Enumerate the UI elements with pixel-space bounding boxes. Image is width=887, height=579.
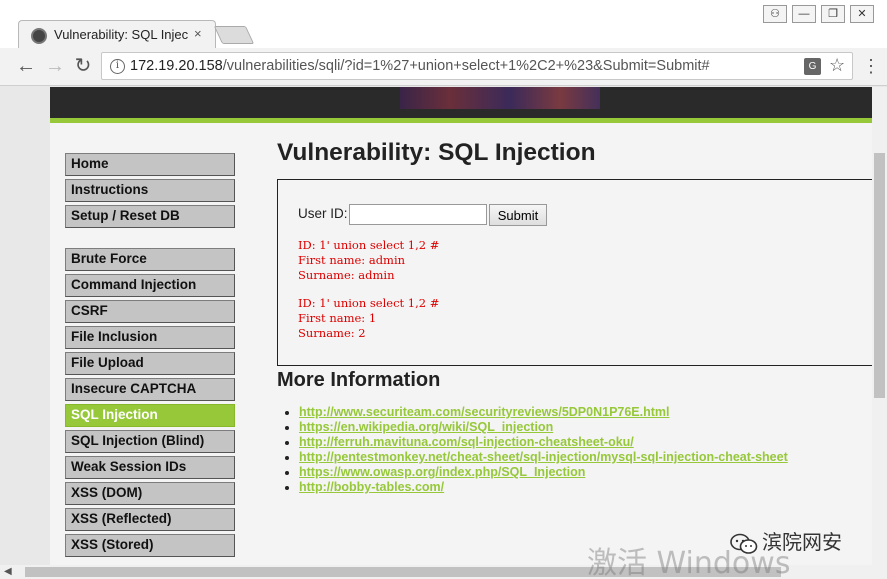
close-window-button[interactable]: ✕ xyxy=(850,5,874,23)
sidebar-item-sql-injection[interactable]: SQL Injection xyxy=(65,404,235,427)
browser-titlebar: Vulnerability: SQL Injec × ⚇ — ❐ ✕ xyxy=(0,0,887,48)
user-id-label: User ID: xyxy=(298,206,348,221)
url-host: 172.19.20.158 xyxy=(130,58,223,74)
sidebar-item-instructions[interactable]: Instructions xyxy=(65,179,235,202)
browser-toolbar: ← → ↻ i 172.19.20.158/vulnerabilities/sq… xyxy=(0,48,887,86)
sidebar-item-insecure-captcha[interactable]: Insecure CAPTCHA xyxy=(65,378,235,401)
new-tab-button[interactable] xyxy=(213,26,255,44)
browser-tab[interactable]: Vulnerability: SQL Injec × xyxy=(18,20,216,48)
vertical-scrollbar[interactable] xyxy=(872,87,887,565)
sidebar-item-xss-stored[interactable]: XSS (Stored) xyxy=(65,534,235,557)
main-body: Vulnerability: SQL Injection User ID: Su… xyxy=(277,139,872,494)
list-item: https://www.owasp.org/index.php/SQL_Inje… xyxy=(299,465,788,480)
sidebar-item-xss-reflected[interactable]: XSS (Reflected) xyxy=(65,508,235,531)
dvwa-header xyxy=(50,87,872,123)
tab-title: Vulnerability: SQL Injec xyxy=(54,27,189,42)
user-id-input[interactable] xyxy=(349,204,487,225)
vertical-scroll-thumb[interactable] xyxy=(874,153,885,398)
reference-link[interactable]: https://en.wikipedia.org/wiki/SQL_inject… xyxy=(299,420,553,434)
profile-icon[interactable]: ⚇ xyxy=(763,5,787,23)
translate-icon[interactable]: G xyxy=(804,58,821,75)
url-text[interactable]: 172.19.20.158/vulnerabilities/sqli/?id=1… xyxy=(130,58,710,74)
reference-links: http://www.securiteam.com/securityreview… xyxy=(299,405,788,495)
dvwa-container: Home Instructions Setup / Reset DB Brute Fo… xyxy=(50,87,872,565)
sidebar-item-file-upload[interactable]: File Upload xyxy=(65,352,235,375)
tab-close-icon[interactable]: × xyxy=(194,26,202,41)
sidebar-item-setup-reset-db[interactable]: Setup / Reset DB xyxy=(65,205,235,228)
scroll-left-arrow-icon[interactable]: ◀ xyxy=(4,566,12,577)
brand-text: 滨院网安 xyxy=(762,532,842,554)
maximize-button[interactable]: ❐ xyxy=(821,5,845,23)
list-item: http://bobby-tables.com/ xyxy=(299,480,788,495)
bookmark-star-icon[interactable]: ☆ xyxy=(829,55,845,76)
wechat-brand-watermark: 滨院网安 xyxy=(730,526,842,555)
page-viewport: Home Instructions Setup / Reset DB Brute Fo… xyxy=(0,87,872,565)
sidebar-item-brute-force[interactable]: Brute Force xyxy=(65,248,235,271)
list-item: http://pentestmonkey.net/cheat-sheet/sql… xyxy=(299,450,788,465)
vulnerable-code-area: User ID: Submit ID: 1' union select 1,2 … xyxy=(277,179,872,366)
sidebar-item-xss-dom[interactable]: XSS (DOM) xyxy=(65,482,235,505)
list-item: https://en.wikipedia.org/wiki/SQL_inject… xyxy=(299,420,788,435)
back-icon[interactable]: ← xyxy=(14,54,38,78)
sidebar-item-weak-session-ids[interactable]: Weak Session IDs xyxy=(65,456,235,479)
reference-link[interactable]: http://bobby-tables.com/ xyxy=(299,480,444,494)
reference-link[interactable]: https://www.owasp.org/index.php/SQL_Inje… xyxy=(299,465,585,479)
wechat-icon xyxy=(730,533,758,554)
list-item: http://www.securiteam.com/securityreview… xyxy=(299,405,788,420)
sidebar-menu: Home Instructions Setup / Reset DB Brute Fo… xyxy=(65,153,235,560)
sidebar-item-csrf[interactable]: CSRF xyxy=(65,300,235,323)
site-favicon-icon xyxy=(31,28,47,44)
site-info-icon[interactable]: i xyxy=(110,59,125,74)
browser-menu-icon[interactable]: ⋮ xyxy=(862,56,880,77)
header-logo-image xyxy=(400,87,600,109)
list-item: http://ferruh.mavituna.com/sql-injection… xyxy=(299,435,788,450)
query-result: ID: 1' union select 1,2 # First name: 1 … xyxy=(298,296,440,340)
minimize-button[interactable]: — xyxy=(792,5,816,23)
address-bar[interactable]: i 172.19.20.158/vulnerabilities/sqli/?id… xyxy=(101,52,853,80)
page-title: Vulnerability: SQL Injection xyxy=(277,139,596,166)
reference-link[interactable]: http://ferruh.mavituna.com/sql-injection… xyxy=(299,435,634,449)
reload-icon[interactable]: ↻ xyxy=(71,54,95,78)
query-result: ID: 1' union select 1,2 # First name: ad… xyxy=(298,238,440,282)
more-information-heading: More Information xyxy=(277,369,441,391)
forward-icon[interactable]: → xyxy=(43,54,67,78)
reference-link[interactable]: http://www.securiteam.com/securityreview… xyxy=(299,405,670,419)
sidebar-item-file-inclusion[interactable]: File Inclusion xyxy=(65,326,235,349)
url-path: /vulnerabilities/sqli/?id=1%27+union+sel… xyxy=(222,58,710,74)
reference-link[interactable]: http://pentestmonkey.net/cheat-sheet/sql… xyxy=(299,450,788,464)
sidebar-item-sql-injection-blind[interactable]: SQL Injection (Blind) xyxy=(65,430,235,453)
submit-button[interactable]: Submit xyxy=(489,204,547,226)
sidebar-item-command-injection[interactable]: Command Injection xyxy=(65,274,235,297)
sidebar-item-home[interactable]: Home xyxy=(65,153,235,176)
